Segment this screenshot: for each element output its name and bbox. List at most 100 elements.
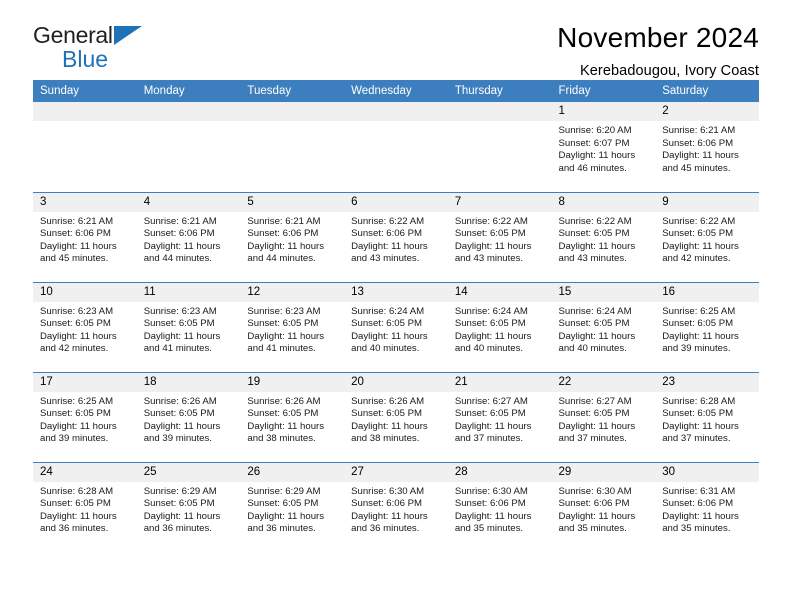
calendar-body: 1 Sunrise: 6:20 AM Sunset: 6:07 PM Daylight… [33, 102, 759, 552]
calendar-day-cell[interactable]: 18 Sunrise: 6:26 AM Sunset: 6:05 PM Dayligh… [136, 371, 241, 462]
day-number: 10 [33, 282, 137, 302]
calendar-day-cell[interactable]: 22 Sunrise: 6:27 AM Sunset: 6:05 PM Dayligh… [551, 371, 656, 462]
calendar-day-cell[interactable]: 23 Sunrise: 6:28 AM Sunset: 6:05 PM Dayligh… [655, 371, 759, 462]
sunrise-text: Sunrise: 6:22 AM [558, 215, 632, 227]
calendar-day-cell[interactable]: 8 Sunrise: 6:22 AM Sunset: 6:05 PM Daylight… [551, 191, 656, 282]
sunrise-text: Sunrise: 6:26 AM [143, 395, 217, 407]
sunrise-text: Sunrise: 6:21 AM [247, 215, 321, 227]
daylight-text: Daylight: 11 hours and 39 minutes. [143, 420, 221, 445]
calendar-day-cell[interactable]: 11 Sunrise: 6:23 AM Sunset: 6:05 PM Dayligh… [136, 281, 241, 372]
sunrise-text: Sunrise: 6:27 AM [558, 395, 632, 407]
sunset-text: Sunset: 6:05 PM [662, 408, 734, 420]
daylight-text: Daylight: 11 hours and 43 minutes. [558, 240, 636, 265]
day-details: Sunrise: 6:26 AM Sunset: 6:05 PM Daylight:… [240, 392, 344, 446]
sunset-text: Sunset: 6:05 PM [662, 228, 734, 240]
calendar-day-cell[interactable]: 5 Sunrise: 6:21 AM Sunset: 6:06 PM Daylight… [240, 191, 345, 282]
day-details: Sunrise: 6:24 AM Sunset: 6:05 PM Daylight:… [448, 302, 552, 356]
day-details: Sunrise: 6:29 AM Sunset: 6:05 PM Daylight:… [137, 482, 241, 536]
daylight-text: Daylight: 11 hours and 46 minutes. [558, 150, 636, 174]
daylight-text: Daylight: 11 hours and 41 minutes. [143, 330, 221, 355]
day-details: Sunrise: 6:31 AM Sunset: 6:06 PM Daylight:… [655, 482, 759, 536]
calendar-day-cell[interactable]: 17 Sunrise: 6:25 AM Sunset: 6:05 PM Dayligh… [33, 371, 137, 462]
calendar-cell-empty [344, 102, 448, 192]
calendar-day-cell[interactable]: 27 Sunrise: 6:30 AM Sunset: 6:06 PM Dayligh… [344, 461, 448, 552]
general-blue-logo[interactable]: General Blue [33, 24, 233, 76]
sunset-text: Sunset: 6:06 PM [662, 137, 734, 149]
calendar-day-cell[interactable]: 19 Sunrise: 6:26 AM Sunset: 6:05 PM Dayligh… [240, 371, 345, 462]
calendar-day-cell[interactable]: 26 Sunrise: 6:29 AM Sunset: 6:05 PM Dayligh… [240, 461, 345, 552]
sunrise-text: Sunrise: 6:31 AM [662, 485, 736, 497]
day-number: 8 [551, 192, 656, 212]
sunset-text: Sunset: 6:06 PM [247, 228, 319, 240]
calendar-day-cell[interactable]: 24 Sunrise: 6:28 AM Sunset: 6:05 PM Dayligh… [33, 461, 137, 552]
daylight-text: Daylight: 11 hours and 36 minutes. [143, 510, 221, 535]
calendar-day-cell[interactable]: 28 Sunrise: 6:30 AM Sunset: 6:06 PM Dayligh… [447, 461, 552, 552]
calendar-day-cell[interactable]: 16 Sunrise: 6:25 AM Sunset: 6:05 PM Dayligh… [655, 281, 759, 372]
calendar-day-cell[interactable]: 30 Sunrise: 6:31 AM Sunset: 6:06 PM Dayligh… [655, 461, 759, 552]
calendar-day-cell[interactable]: 15 Sunrise: 6:24 AM Sunset: 6:05 PM Dayligh… [551, 281, 656, 372]
sunset-text: Sunset: 6:06 PM [454, 498, 526, 510]
day-details: Sunrise: 6:22 AM Sunset: 6:05 PM Daylight:… [552, 212, 656, 266]
daylight-text: Daylight: 11 hours and 44 minutes. [143, 240, 221, 265]
day-number: 19 [240, 372, 345, 392]
sunset-text: Sunset: 6:05 PM [558, 408, 630, 420]
sunrise-text: Sunrise: 6:25 AM [40, 395, 114, 407]
calendar-day-cell[interactable]: 14 Sunrise: 6:24 AM Sunset: 6:05 PM Dayligh… [447, 281, 552, 372]
sunrise-text: Sunrise: 6:22 AM [662, 215, 736, 227]
day-details: Sunrise: 6:22 AM Sunset: 6:06 PM Daylight:… [344, 212, 448, 266]
calendar-day-cell[interactable]: 4 Sunrise: 6:21 AM Sunset: 6:06 PM Daylight… [136, 191, 241, 282]
day-number: 29 [551, 462, 656, 482]
day-number [33, 102, 137, 121]
calendar-day-cell[interactable]: 20 Sunrise: 6:26 AM Sunset: 6:05 PM Dayligh… [344, 371, 448, 462]
day-number [136, 102, 241, 121]
daylight-text: Daylight: 11 hours and 39 minutes. [40, 420, 117, 445]
calendar-day-cell[interactable]: 9 Sunrise: 6:22 AM Sunset: 6:05 PM Daylight… [655, 191, 759, 282]
calendar-day-cell[interactable]: 2 Sunrise: 6:21 AM Sunset: 6:06 PM Daylight… [655, 102, 759, 192]
calendar-week-row: 24 Sunrise: 6:28 AM Sunset: 6:05 PM Dayligh… [33, 461, 759, 552]
day-number: 12 [240, 282, 345, 302]
day-details: Sunrise: 6:20 AM Sunset: 6:07 PM Daylight:… [552, 121, 656, 175]
sunrise-text: Sunrise: 6:21 AM [143, 215, 217, 227]
weekday-header-wednesday: Wednesday [344, 80, 448, 102]
day-details: Sunrise: 6:25 AM Sunset: 6:05 PM Daylight:… [655, 302, 759, 356]
calendar-day-cell[interactable]: 13 Sunrise: 6:24 AM Sunset: 6:05 PM Dayligh… [344, 281, 448, 372]
daylight-text: Daylight: 11 hours and 42 minutes. [662, 240, 739, 265]
calendar-day-cell[interactable]: 21 Sunrise: 6:27 AM Sunset: 6:05 PM Dayligh… [447, 371, 552, 462]
page-title: November 2024 [557, 22, 759, 53]
calendar-table: Sunday Monday Tuesday Wednesday Thursday… [33, 80, 759, 552]
day-details: Sunrise: 6:30 AM Sunset: 6:06 PM Daylight:… [552, 482, 656, 536]
sunrise-text: Sunrise: 6:25 AM [662, 305, 736, 317]
calendar-day-cell[interactable]: 29 Sunrise: 6:30 AM Sunset: 6:06 PM Dayligh… [551, 461, 656, 552]
calendar-day-cell[interactable]: 7 Sunrise: 6:22 AM Sunset: 6:05 PM Daylight… [447, 191, 552, 282]
day-number: 22 [551, 372, 656, 392]
calendar-day-cell[interactable]: 3 Sunrise: 6:21 AM Sunset: 6:06 PM Daylight… [33, 191, 137, 282]
sunrise-text: Sunrise: 6:24 AM [454, 305, 528, 317]
sunrise-text: Sunrise: 6:24 AM [558, 305, 632, 317]
daylight-text: Daylight: 11 hours and 36 minutes. [351, 510, 428, 535]
day-details: Sunrise: 6:30 AM Sunset: 6:06 PM Daylight:… [344, 482, 448, 536]
weekday-header-monday: Monday [136, 80, 241, 102]
sunset-text: Sunset: 6:05 PM [454, 318, 526, 330]
weekday-header-thursday: Thursday [447, 80, 552, 102]
day-details: Sunrise: 6:23 AM Sunset: 6:05 PM Daylight:… [137, 302, 241, 356]
calendar-cell-empty [447, 102, 552, 192]
day-number: 16 [655, 282, 759, 302]
sunset-text: Sunset: 6:06 PM [351, 498, 423, 510]
calendar-day-cell[interactable]: 12 Sunrise: 6:23 AM Sunset: 6:05 PM Dayligh… [240, 281, 345, 372]
day-details: Sunrise: 6:28 AM Sunset: 6:05 PM Daylight:… [33, 482, 137, 536]
sunrise-text: Sunrise: 6:29 AM [247, 485, 321, 497]
day-details: Sunrise: 6:24 AM Sunset: 6:05 PM Daylight:… [344, 302, 448, 356]
calendar-day-cell[interactable]: 25 Sunrise: 6:29 AM Sunset: 6:05 PM Dayligh… [136, 461, 241, 552]
day-details: Sunrise: 6:23 AM Sunset: 6:05 PM Daylight:… [240, 302, 344, 356]
daylight-text: Daylight: 11 hours and 41 minutes. [247, 330, 325, 355]
calendar-day-cell[interactable]: 10 Sunrise: 6:23 AM Sunset: 6:05 PM Dayligh… [33, 281, 137, 372]
calendar-day-cell[interactable]: 6 Sunrise: 6:22 AM Sunset: 6:06 PM Daylight… [344, 191, 448, 282]
sunset-text: Sunset: 6:06 PM [558, 498, 630, 510]
day-number [447, 102, 552, 121]
calendar-day-cell[interactable]: 1 Sunrise: 6:20 AM Sunset: 6:07 PM Daylight… [551, 102, 656, 192]
day-number [240, 102, 345, 121]
sunrise-text: Sunrise: 6:30 AM [454, 485, 528, 497]
page-subtitle: Kerebadougou, Ivory Coast [579, 63, 759, 80]
sunset-text: Sunset: 6:05 PM [351, 318, 423, 330]
daylight-text: Daylight: 11 hours and 43 minutes. [454, 240, 532, 265]
